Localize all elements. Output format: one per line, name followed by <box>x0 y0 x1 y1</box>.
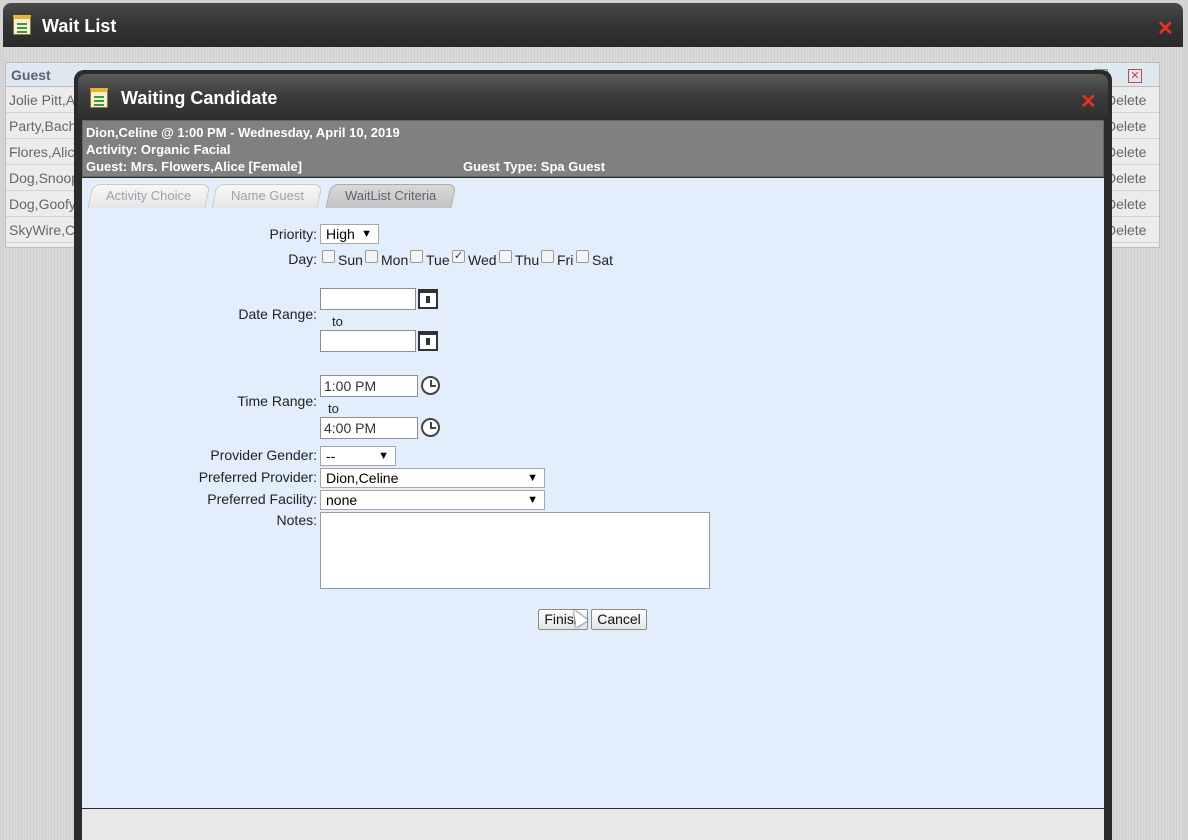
guest-type-line: Guest Type: Spa Guest <box>463 159 606 174</box>
delete-link[interactable]: Delete <box>1106 92 1146 108</box>
day-checkbox-mon[interactable] <box>365 250 378 263</box>
preferred-provider-label: Preferred Provider: <box>198 469 317 485</box>
tab-waitlist-criteria[interactable]: WaitList Criteria <box>325 184 457 208</box>
time-range-label: Time Range: <box>237 393 317 409</box>
day-label: Day: <box>288 251 317 267</box>
tab-activity-choice[interactable]: Activity Choice <box>87 184 211 208</box>
chevron-down-icon: ▼ <box>378 450 389 462</box>
day-label-mon: Mon <box>381 252 409 268</box>
delete-all-icon[interactable]: ✕ <box>1128 69 1142 83</box>
chevron-down-icon: ▼ <box>361 228 372 240</box>
notes-textarea[interactable] <box>320 512 710 589</box>
tab-name-guest[interactable]: Name Guest <box>211 184 323 208</box>
chevron-down-icon: ▼ <box>527 494 538 506</box>
calendar-icon[interactable] <box>418 289 438 309</box>
notes-label: Notes: <box>276 512 317 528</box>
day-checkbox-sat[interactable] <box>576 250 589 263</box>
wait-list-titlebar: Wait List ✕ <box>3 3 1183 47</box>
provider-gender-select[interactable]: -- ▼ <box>320 446 396 466</box>
wait-list-title: Wait List <box>42 16 117 36</box>
day-checkbox-tue[interactable] <box>410 250 423 263</box>
chevron-down-icon: ▼ <box>527 472 538 484</box>
appointment-info: Dion,Celine @ 1:00 PM - Wednesday, April… <box>82 120 1104 177</box>
guest-line: Guest: Mrs. Flowers,Alice [Female] <box>86 159 303 174</box>
day-label-thu: Thu <box>515 252 540 268</box>
delete-link[interactable]: Delete <box>1106 196 1146 212</box>
time-to-label: to <box>328 401 339 416</box>
cancel-button[interactable]: Cancel <box>591 609 647 630</box>
preferred-provider-select[interactable]: Dion,Celine ▼ <box>320 468 545 488</box>
priority-select[interactable]: High ▼ <box>320 224 379 244</box>
delete-link[interactable]: Delete <box>1106 118 1146 134</box>
column-header-guest: Guest <box>11 67 51 83</box>
delete-link[interactable]: Delete <box>1106 144 1146 160</box>
date-from-input[interactable] <box>320 288 416 310</box>
close-icon[interactable]: ✕ <box>1157 19 1174 39</box>
dialog-footer <box>82 809 1104 840</box>
appointment-line: Dion,Celine @ 1:00 PM - Wednesday, April… <box>86 125 400 140</box>
calendar-icon[interactable] <box>418 331 438 351</box>
notepad-icon <box>90 88 108 108</box>
time-to-input[interactable]: 4:00 PM <box>320 417 418 439</box>
day-checkbox-wed[interactable]: ✓ <box>452 250 465 263</box>
notepad-icon <box>13 15 31 35</box>
activity-line: Activity: Organic Facial <box>86 142 231 157</box>
day-label-sat: Sat <box>592 252 614 268</box>
provider-gender-label: Provider Gender: <box>210 447 317 463</box>
date-range-label: Date Range: <box>238 306 317 322</box>
day-checkbox-thu[interactable] <box>499 250 512 263</box>
date-to-input[interactable] <box>320 330 416 352</box>
day-checkbox-fri[interactable] <box>541 250 554 263</box>
priority-label: Priority: <box>269 226 317 242</box>
dialog-titlebar[interactable]: Waiting Candidate ✕ <box>78 74 1108 118</box>
dialog-title: Waiting Candidate <box>121 88 278 108</box>
clock-icon[interactable] <box>421 418 440 437</box>
dialog-close-icon[interactable]: ✕ <box>1080 92 1097 112</box>
preferred-facility-label: Preferred Facility: <box>207 491 317 507</box>
day-label-fri: Fri <box>557 252 574 268</box>
day-label-tue: Tue <box>426 252 450 268</box>
date-to-label: to <box>332 314 343 329</box>
delete-link[interactable]: Delete <box>1106 222 1146 238</box>
time-from-input[interactable]: 1:00 PM <box>320 375 418 397</box>
clock-icon[interactable] <box>421 376 440 395</box>
day-label-wed: Wed <box>468 252 497 268</box>
delete-link[interactable]: Delete <box>1106 170 1146 186</box>
day-checkbox-sun[interactable] <box>322 250 335 263</box>
day-label-sun: Sun <box>338 252 363 268</box>
preferred-facility-select[interactable]: none ▼ <box>320 490 545 510</box>
